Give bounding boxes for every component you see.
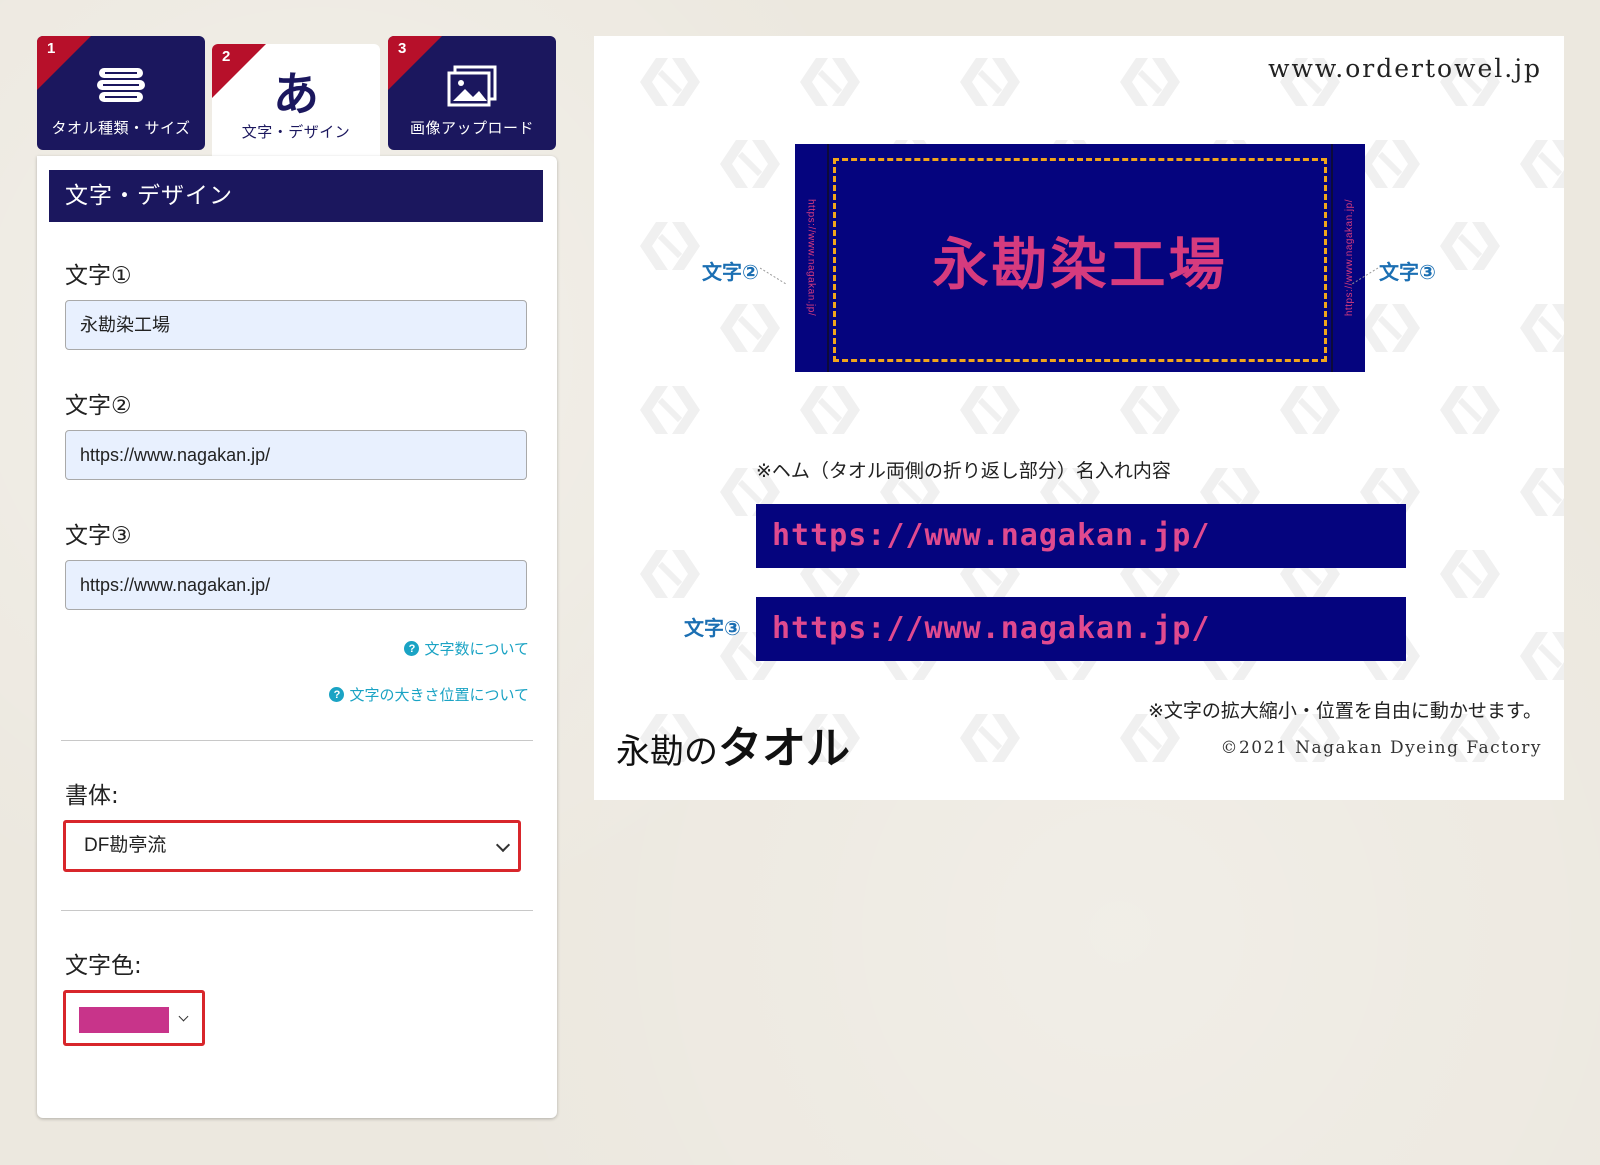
char-count-help-link[interactable]: ? 文字数について bbox=[404, 638, 529, 659]
text3-label: 文字③ bbox=[65, 523, 132, 549]
help-icon: ? bbox=[404, 641, 420, 656]
chevron-down-icon bbox=[178, 1011, 189, 1022]
text-design-panel: 文字・デザイン 文字① 永勘染工場 文字② https://www.nagaka… bbox=[37, 156, 557, 1118]
tab-label: 文字・デザイン bbox=[241, 123, 351, 141]
divider bbox=[61, 740, 533, 741]
watermark-mark bbox=[960, 714, 1020, 762]
panel-title: 文字・デザイン bbox=[49, 170, 543, 222]
help-icon: ? bbox=[329, 687, 345, 702]
watermark-mark bbox=[1280, 386, 1340, 434]
watermark-mark bbox=[1120, 58, 1180, 106]
text-color-select[interactable] bbox=[63, 990, 205, 1046]
text1-input[interactable]: 永勘染工場 bbox=[65, 300, 527, 350]
text-color-label: 文字色: bbox=[65, 953, 142, 979]
watermark-mark bbox=[1520, 468, 1564, 516]
watermark-mark bbox=[1440, 222, 1500, 270]
watermark-mark bbox=[960, 386, 1020, 434]
text3-pointer-line bbox=[1351, 267, 1379, 285]
towel-stack-icon bbox=[37, 58, 205, 114]
text2-pointer-label: 文字② bbox=[702, 260, 759, 284]
size-position-help-link[interactable]: ? 文字の大きさ位置について bbox=[329, 684, 529, 705]
hem-note: ※ヘム（タオル両側の折り返し部分）名入れ内容 bbox=[756, 460, 1171, 482]
tab-number: 3 bbox=[398, 40, 407, 57]
towel-preview: www.ordertowel.jp https://www.nagakan.jp… bbox=[594, 36, 1564, 800]
watermark-mark bbox=[640, 58, 700, 106]
hiragana-a-icon: あ bbox=[273, 67, 319, 121]
font-select-value: DF勘亭流 bbox=[84, 835, 167, 856]
watermark-mark bbox=[640, 550, 700, 598]
watermark-mark bbox=[640, 222, 700, 270]
movable-note: ※文字の拡大縮小・位置を自由に動かせます。 bbox=[1147, 700, 1542, 722]
text2-pointer-line bbox=[760, 267, 787, 285]
watermark-mark bbox=[800, 386, 860, 434]
text2-label: 文字② bbox=[65, 393, 132, 419]
brand-logo: 永勘のタオル bbox=[616, 723, 850, 774]
watermark-mark bbox=[720, 304, 780, 352]
copyright: ©2021 Nagakan Dyeing Factory bbox=[1220, 738, 1542, 758]
watermark-mark bbox=[1440, 386, 1500, 434]
watermark-mark bbox=[720, 140, 780, 188]
tab-label: タオル種類・サイズ bbox=[51, 119, 191, 137]
hem-bar-text3-label: 文字③ bbox=[684, 616, 741, 640]
hem-bar-text3: https://www.nagakan.jp/ bbox=[756, 597, 1406, 661]
tab-text-design[interactable]: 2 あ 文字・デザイン bbox=[212, 44, 380, 156]
hem-bar-text2: https://www.nagakan.jp/ bbox=[756, 504, 1406, 568]
text2-input[interactable]: https://www.nagakan.jp/ bbox=[65, 430, 527, 480]
tab-number: 2 bbox=[222, 48, 231, 65]
text3-pointer-label: 文字③ bbox=[1379, 260, 1436, 284]
tab-image-upload[interactable]: 3 画像アップロード bbox=[388, 36, 556, 150]
watermark-mark bbox=[1120, 386, 1180, 434]
font-label: 書体: bbox=[65, 783, 119, 809]
watermark-mark bbox=[640, 386, 700, 434]
color-swatch bbox=[79, 1007, 169, 1033]
text1-label: 文字① bbox=[65, 263, 132, 289]
font-select[interactable]: DF勘亭流 bbox=[63, 820, 521, 872]
tab-number: 1 bbox=[47, 40, 56, 57]
divider bbox=[61, 910, 533, 911]
watermark-mark bbox=[960, 58, 1020, 106]
watermark-mark bbox=[1440, 550, 1500, 598]
watermark-mark bbox=[1520, 304, 1564, 352]
towel-main-text[interactable]: 永勘染工場 bbox=[795, 220, 1365, 301]
watermark-mark bbox=[1520, 140, 1564, 188]
towel-mockup[interactable]: https://www.nagakan.jp/ https://www.naga… bbox=[795, 144, 1365, 372]
tab-towel-type-size[interactable]: 1 タオル種類・サイズ bbox=[37, 36, 205, 150]
site-url: www.ordertowel.jp bbox=[1268, 54, 1542, 83]
chevron-down-icon bbox=[495, 837, 511, 853]
tab-label: 画像アップロード bbox=[409, 119, 534, 137]
watermark-mark bbox=[1520, 632, 1564, 680]
image-icon bbox=[388, 58, 556, 114]
text3-input[interactable]: https://www.nagakan.jp/ bbox=[65, 560, 527, 610]
watermark-mark bbox=[800, 58, 860, 106]
